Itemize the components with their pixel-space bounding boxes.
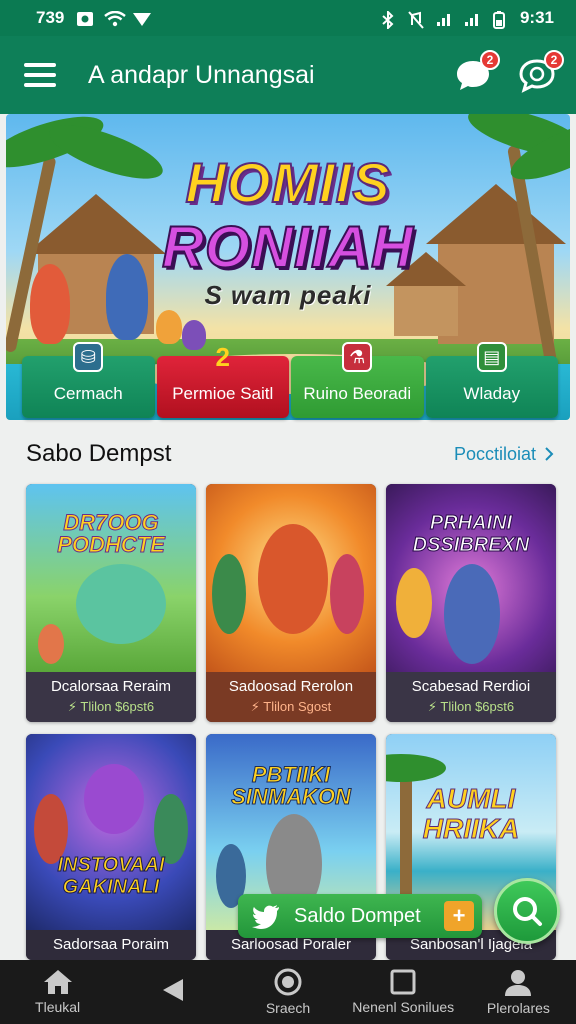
chat-button[interactable]: 2 (454, 50, 500, 94)
kid-figure (38, 624, 64, 664)
game-price-2: Tlilon Sgost (263, 699, 332, 714)
game-art-title-6: AUMLI HRIIKA (422, 783, 520, 844)
game-name-4: Sadorsaa Poraim (53, 936, 169, 953)
dragon-figure (76, 564, 166, 644)
game-name-3: Scabesad Rerdioi (411, 678, 531, 695)
kid-figure (212, 554, 246, 634)
character-4 (182, 320, 206, 350)
hero-figure (444, 564, 500, 664)
status-bar: 739 9:31 (0, 0, 576, 36)
game-info-3: Scabesad Rerdioi ⚡ Tlilon $6pst6 (386, 672, 556, 722)
bluetooth-icon (380, 9, 396, 31)
game-meta-1: ⚡ Tlilon $6pst6 (67, 699, 155, 714)
tab-label: Ruino Beoradi (303, 384, 412, 403)
girl-figure (330, 554, 364, 634)
swirl-icon: 2 (215, 341, 230, 372)
wallet-label: Saldo Dompet (294, 904, 421, 927)
tab-ruino-beoradi[interactable]: ⚗ Ruino Beoradi (291, 342, 424, 418)
game-name-1: Dcalorsaa Reraim (50, 678, 172, 695)
palm-leaf-card (386, 754, 446, 782)
screenshot-icon (76, 11, 94, 26)
hamburger-menu-icon[interactable] (24, 63, 56, 87)
game-art-3: PRHAINI DSSIBREXN (386, 484, 556, 672)
tab-cermach[interactable]: ⛁ Cermach (22, 342, 155, 418)
mute-icon (408, 11, 424, 29)
app-bar: A andapr Unnangsai 2 2 (0, 36, 576, 114)
nav-search[interactable]: Sraech (230, 960, 345, 1024)
square-recents-icon (390, 969, 416, 995)
game-name-5: Sarloosad Poraler (230, 936, 352, 953)
status-time-right: 9:31 (519, 8, 554, 27)
hero-title-line2: RONIIAH (161, 214, 414, 281)
game-meta-2: ⚡ Tlilon Sgost (250, 699, 332, 714)
section-header: Sabo Dempst Pocctiloiat (26, 440, 554, 468)
nav-search-label: Sraech (265, 1000, 311, 1016)
chat-badge: 2 (480, 50, 500, 70)
tab-permioe-saitl[interactable]: 2 Permioe Saitl (156, 342, 289, 418)
chevron-right-icon (545, 447, 554, 461)
tab-label: Permioe Saitl (172, 384, 274, 403)
wallet-balance-button[interactable]: Saldo Dompet + (238, 894, 482, 938)
cell-signal-icon (436, 11, 452, 26)
search-fab[interactable] (494, 878, 560, 944)
add-funds-button[interactable]: + (444, 901, 474, 931)
wifi-icon (104, 10, 127, 27)
game-price-3: Tlilon $6pst6 (440, 699, 515, 714)
game-card-1[interactable]: DR7OOG PODHCTE Dcalorsaa Reraim ⚡ Tlilon… (26, 484, 196, 722)
category-tabs: ⛁ Cermach 2 Permioe Saitl ⚗ Ruino Beorad… (22, 342, 558, 418)
app-title: A andapr Unnangsai (88, 60, 315, 89)
nav-home[interactable]: Tleukal (0, 960, 115, 1024)
nav-back[interactable] (115, 960, 230, 1024)
kid-figure (396, 568, 432, 638)
game-art-title-4: INSTOVAAI GAKINALI (57, 854, 165, 899)
hero-title-line1: HOMIIS (184, 150, 391, 215)
nav-services-label: Nenenl Sonilues (352, 999, 455, 1015)
game-info-4: Sadorsaa Poraim (26, 930, 196, 960)
game-art-title-1: DR7OOG PODHCTE (57, 510, 166, 557)
barrel-icon: ⛁ (73, 342, 104, 372)
tab-label: Wladay (463, 384, 521, 403)
notify-badge: 2 (544, 50, 564, 70)
search-icon (513, 897, 542, 926)
fox-figure (258, 524, 328, 634)
circle-home-icon (274, 968, 302, 996)
nav-profile[interactable]: Plerolares (461, 960, 576, 1024)
bottom-nav: Tleukal Sraech Nenenl Sonilues Plerolare… (0, 960, 576, 1024)
status-time-left: 739 (36, 8, 65, 27)
tab-wladay[interactable]: ▤ Wladay (425, 342, 558, 418)
nav-services[interactable]: Nenenl Sonilues (346, 960, 461, 1024)
twitter-bird-icon (238, 894, 294, 938)
hero-title-line3: S wam peaki (204, 280, 372, 310)
game-art-title-3: PRHAINI DSSIBREXN (412, 512, 530, 557)
see-all-link[interactable]: Pocctiloiat (454, 444, 554, 465)
game-card-3[interactable]: PRHAINI DSSIBREXN Scabesad Rerdioi ⚡ Tli… (386, 484, 556, 722)
game-info-1: Dcalorsaa Reraim ⚡ Tlilon $6pst6 (26, 672, 196, 722)
game-art-1: DR7OOG PODHCTE (26, 484, 196, 672)
battery-icon (492, 11, 508, 29)
tab-label: Cermach (53, 384, 123, 403)
profile-icon (505, 970, 532, 996)
notification-button[interactable]: 2 (518, 50, 564, 94)
see-all-label: Pocctiloiat (453, 443, 536, 464)
nav-home-label: Tleukal (35, 999, 81, 1015)
game-price-1: Tlilon $6pst6 (80, 699, 155, 714)
game-card-2[interactable]: Sadoosad Rerolon ⚡ Tlilon Sgost (206, 484, 376, 722)
home-icon (43, 970, 72, 994)
potion-icon: ⚗ (342, 342, 373, 372)
section-title: Sabo Dempst (26, 440, 172, 467)
game-name-2: Sadoosad Rerolon (228, 678, 354, 695)
character-3 (156, 310, 182, 344)
cell-signal-2-icon (464, 11, 480, 26)
game-art-title-5: PBTIIKI SINMAKON (231, 762, 352, 809)
nav-profile-label: Plerolares (486, 1000, 550, 1016)
ledger-icon: ▤ (476, 342, 507, 372)
game-art-2 (206, 484, 376, 672)
monster-figure (84, 764, 144, 834)
game-meta-3: ⚡ Tlilon $6pst6 (427, 699, 515, 714)
back-icon (162, 979, 183, 1001)
game-art-4: INSTOVAAI GAKINALI (26, 734, 196, 930)
game-card-4[interactable]: INSTOVAAI GAKINALI Sadorsaa Poraim (26, 734, 196, 960)
game-info-2: Sadoosad Rerolon ⚡ Tlilon Sgost (206, 672, 376, 722)
signal-triangle-icon (132, 11, 152, 26)
